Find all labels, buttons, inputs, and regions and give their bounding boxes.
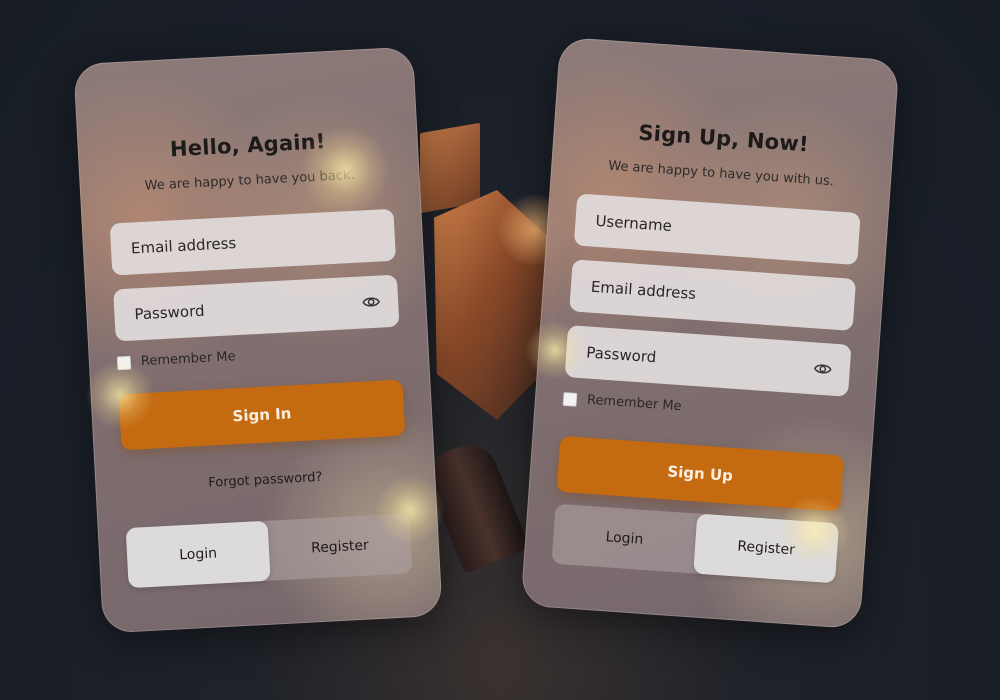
signup-email-input[interactable] [588,276,838,314]
signup-email-field-container [569,259,857,331]
light-glow [375,475,445,545]
login-remember-row: Remember Me [116,341,401,371]
login-tab[interactable]: Login [552,504,698,574]
login-email-field-container [109,208,397,276]
signup-username-field-container [573,193,861,266]
signup-title: Sign Up, Now! [637,120,810,157]
login-remember-label: Remember Me [140,349,236,370]
forgot-password-link[interactable]: Forgot password? [123,465,407,495]
light-glow [300,125,390,215]
light-glow [780,495,850,565]
eye-icon[interactable] [361,292,380,313]
signup-password-input[interactable] [583,342,815,379]
login-card: Hello, Again! We are happy to have you b… [73,46,443,634]
login-password-input[interactable] [131,292,363,325]
login-email-input[interactable] [128,225,378,259]
background-cube-top [420,122,480,214]
signup-password-field-container [564,325,852,397]
login-tab[interactable]: Login [125,520,271,589]
login-password-field-container [113,274,400,342]
light-glow [85,360,155,430]
light-glow [525,320,585,380]
signup-username-input[interactable] [592,210,842,248]
login-mode-switch: Login Register [125,513,413,589]
eye-icon[interactable] [813,358,833,379]
signup-remember-checkbox[interactable] [562,391,578,407]
signup-remember-label: Remember Me [586,392,683,415]
signup-subtitle: We are happy to have you with us. [607,158,835,190]
signup-remember-row: Remember Me [562,391,847,426]
sign-in-button[interactable]: Sign In [118,379,406,451]
